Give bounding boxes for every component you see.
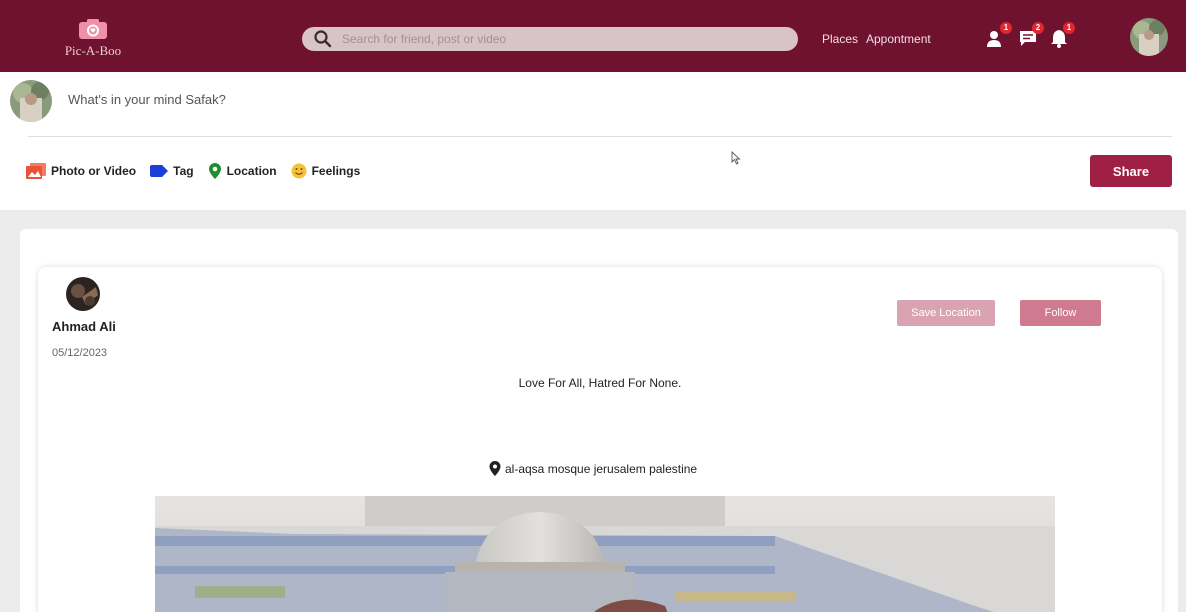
current-user-avatar[interactable] [10,80,52,122]
search-input[interactable] [342,30,782,48]
search-icon [313,29,333,54]
author-photo-icon [66,277,100,311]
photo-video-label: Photo or Video [51,164,137,178]
mouse-pointer-icon [731,150,741,170]
post-composer: What's in your mind Safak? Photo or Vide… [0,72,1186,210]
author-avatar[interactable] [66,277,100,311]
app-logo[interactable]: Pic-A-Boo [60,18,126,59]
post-author-name[interactable]: Ahmad Ali [52,319,116,334]
smiley-icon [291,163,307,179]
image-icon [26,163,46,179]
notifications-button[interactable]: 1 [1049,22,1075,48]
composer-divider [28,136,1172,137]
map-pin-icon [489,461,501,476]
location-pin-icon [208,163,221,179]
post-location-label: al-aqsa mosque jerusalem palestine [505,461,698,476]
feelings-action[interactable]: Feelings [291,163,361,179]
composer-text-input[interactable]: What's in your mind Safak? [68,92,226,107]
post-card: Ahmad Ali 05/12/2023 Save Location Follo… [38,267,1162,612]
post-date: 05/12/2023 [52,347,108,359]
follow-button[interactable]: Follow [1020,300,1101,326]
tag-icon [150,165,169,177]
mosque-photo-icon [155,496,1055,612]
tag-label: Tag [173,164,194,178]
friend-requests-button[interactable]: 1 [986,22,1012,48]
feelings-label: Feelings [311,164,361,178]
post-caption: Love For All, Hatred For None. [518,376,682,390]
nav-places-link[interactable]: Places [822,32,858,46]
post-image[interactable] [155,496,1055,612]
messages-badge: 2 [1032,22,1044,34]
save-location-button[interactable]: Save Location [897,300,995,326]
messages-button[interactable]: 2 [1018,22,1044,48]
location-label: Location [226,164,277,178]
top-navbar: Pic-A-Boo Places Appontment 1 2 [0,0,1186,72]
app-name: Pic-A-Boo [64,43,122,58]
notifications-badge: 1 [1063,22,1075,34]
photo-video-action[interactable]: Photo or Video [26,163,136,179]
share-button[interactable]: Share [1090,155,1172,187]
nav-appointment-link[interactable]: Appontment [866,32,931,46]
post-location[interactable]: al-aqsa mosque jerusalem palestine [489,461,697,476]
search-bar[interactable] [302,27,798,51]
composer-actions: Photo or Video Tag Location Feelings [26,163,374,179]
user-photo-icon [10,80,52,122]
tag-action[interactable]: Tag [150,164,194,178]
profile-avatar[interactable] [1130,18,1168,56]
camera-logo-icon [78,18,108,40]
profile-photo-icon [1130,18,1168,56]
friend-requests-badge: 1 [1000,22,1012,34]
location-action[interactable]: Location [208,163,277,179]
